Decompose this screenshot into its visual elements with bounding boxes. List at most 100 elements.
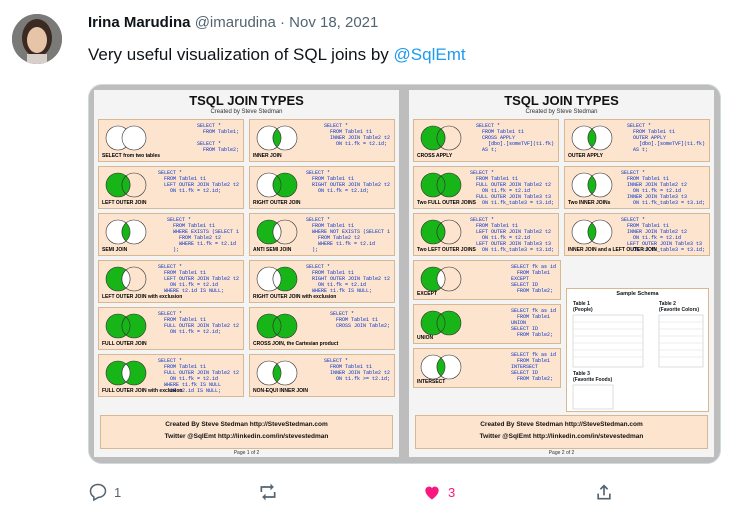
page1-code: SELECT * FROM Table1; SELECT * FROM Tabl… [196, 123, 239, 153]
venn-diagram-icon [571, 172, 613, 198]
page2-caption: INNER JOIN and a LEFT OUTER JOIN [568, 247, 657, 253]
venn-diagram-icon [105, 125, 147, 151]
mention-link[interactable]: @SqlEmt [394, 45, 466, 64]
page1-panel: SELECT * FROM Table1 t1 INNER JOIN Table… [249, 354, 395, 397]
retweet-icon [260, 483, 276, 501]
tweet-text: Very useful visualization of SQL joins b… [88, 45, 466, 65]
author-name[interactable]: Irina Marudina [88, 14, 191, 31]
page1-panel: SELECT * FROM Table1 t1 RIGHT OUTER JOIN… [249, 260, 395, 303]
page1-caption: RIGHT OUTER JOIN [253, 200, 301, 206]
page1-code: SELECT * FROM Table1 t1 RIGHT OUTER JOIN… [305, 264, 390, 294]
venn-diagram-icon [256, 266, 298, 292]
page1-code: SELECT * FROM Table1 t1 INNER JOIN Table… [323, 123, 390, 147]
reply-button[interactable]: 1 [88, 482, 121, 502]
tweet-header: Irina Marudina @imarudina · Nov 18, 2021 [88, 14, 378, 31]
page2-number: Page 2 of 2 [548, 450, 575, 456]
page1-code: SELECT * FROM Table1 t1 LEFT OUTER JOIN … [157, 170, 239, 194]
page2-panel: SELECT * FROM Table1 t1 CROSS APPLY [dbo… [413, 119, 559, 162]
page1-panel: SELECT * FROM Table1 t1 CROSS JOIN Table… [249, 307, 395, 350]
venn-diagram-icon [420, 310, 462, 336]
page2-caption: UNION [417, 335, 434, 341]
page1-caption: NON-EQUI INNER JOIN [253, 388, 309, 394]
like-button[interactable]: 3 [422, 482, 455, 502]
page1-code: SELECT * FROM Table1 t1 RIGHT OUTER JOIN… [305, 170, 390, 194]
page1-footer-line1: Created By Steve Stedman http://SteveSte… [165, 421, 328, 428]
page1-footer: Created By Steve Stedman http://SteveSte… [100, 415, 393, 449]
page2-code: SELECT fk as id FROM Table1 INTERSECT SE… [510, 352, 556, 382]
page2-caption: Two INNER JOINs [568, 200, 611, 206]
venn-diagram-icon [256, 125, 298, 151]
share-button[interactable] [594, 482, 614, 502]
page1-code: SELECT * FROM Table1 t1 INNER JOIN Table… [323, 358, 390, 382]
page1-code: SELECT * FROM Table1 t1 WHERE EXISTS (SE… [166, 217, 239, 253]
page1-panel: SELECT * FROM Table1 t1 WHERE EXISTS (SE… [98, 213, 244, 256]
image-page-1: TSQL JOIN TYPES Created by Steve Stedman… [94, 90, 399, 457]
page1-panel: SELECT * FROM Table1 t1 LEFT OUTER JOIN … [98, 166, 244, 209]
venn-diagram-icon [420, 125, 462, 151]
page1-panel: SELECT * FROM Table1 t1 FULL OUTER JOIN … [98, 307, 244, 350]
venn-diagram-icon [105, 313, 147, 339]
page2-caption: CROSS APPLY [417, 153, 453, 159]
page1-subtitle: Created by Steve Stedman [210, 109, 283, 115]
page1-footer-line2: Twitter @SqlEmt http://linkedin.com/in/s… [164, 433, 329, 440]
page1-caption: SELECT from two tables [102, 153, 161, 159]
page1-panel: SELECT * FROM Table1 t1 RIGHT OUTER JOIN… [249, 166, 395, 209]
page1-caption: INNER JOIN [253, 153, 282, 159]
page1-caption: FULL OUTER JOIN with exclusion [102, 388, 183, 394]
page1-panel: SELECT * FROM Table1 t1 FULL OUTER JOIN … [98, 354, 244, 397]
reply-icon [89, 483, 107, 502]
venn-diagram-icon [571, 219, 613, 245]
sample-schema: Sample Schema Table 1 (People) Table 2 (… [566, 288, 709, 412]
page2-caption: INTERSECT [417, 379, 446, 385]
page2-panel: SELECT fk as id FROM Table1 INTERSECT SE… [413, 348, 561, 388]
page2-panel: SELECT * FROM Table1 t1 OUTER APPLY [dbo… [564, 119, 710, 162]
tweet-date[interactable]: Nov 18, 2021 [289, 14, 378, 31]
page2-caption: EXCEPT [417, 291, 438, 297]
page2-panel: SELECT * FROM Table1 t1 INNER JOIN Table… [564, 166, 710, 209]
page1-caption: CROSS JOIN, the Cartesian product [253, 341, 339, 347]
page1-panel: SELECT * FROM Table1; SELECT * FROM Tabl… [98, 119, 244, 162]
page2-panel: SELECT fk as id FROM Table1 EXCEPT SELEC… [413, 260, 561, 300]
venn-diagram-icon [420, 354, 462, 380]
share-icon [597, 484, 611, 500]
page2-panel: SELECT * FROM Table1 t1 FULL OUTER JOIN … [413, 166, 559, 209]
venn-diagram-icon [105, 219, 147, 245]
page2-panel: SELECT fk as id FROM Table1 UNION SELECT… [413, 304, 561, 344]
page1-caption: LEFT OUTER JOIN [102, 200, 147, 206]
page2-caption: OUTER APPLY [568, 153, 603, 159]
page2-footer-line2: Twitter @SqlEmt http://linkedin.com/in/s… [479, 433, 644, 440]
separator-dot: · [279, 14, 285, 31]
reply-count: 1 [114, 484, 122, 500]
author-avatar[interactable] [12, 14, 62, 64]
page2-code: SELECT * FROM Table1 t1 LEFT OUTER JOIN … [469, 217, 554, 253]
page1-code: SELECT * FROM Table1 t1 WHERE NOT EXISTS… [305, 217, 390, 253]
page2-code: SELECT * FROM Table1 t1 INNER JOIN Table… [620, 170, 705, 206]
venn-diagram-icon [105, 360, 147, 386]
author-handle[interactable]: @imarudina [195, 14, 276, 31]
venn-diagram-icon [420, 219, 462, 245]
page1-panel: SELECT * FROM Table1 t1 WHERE NOT EXISTS… [249, 213, 395, 256]
page1-caption: SEMI JOIN [102, 247, 128, 253]
page1-caption: FULL OUTER JOIN [102, 341, 147, 347]
page2-footer-line1: Created By Steve Stedman http://SteveSte… [480, 421, 643, 428]
tweet-text-body: Very useful visualization of SQL joins b… [88, 45, 394, 64]
venn-diagram-icon [256, 219, 298, 245]
page1-caption: LEFT OUTER JOIN with exclusion [102, 294, 183, 300]
avatar-photo [12, 14, 62, 64]
retweet-button[interactable] [258, 482, 284, 502]
page1-code: SELECT * FROM Table1 t1 LEFT OUTER JOIN … [157, 264, 239, 294]
venn-diagram-icon [571, 125, 613, 151]
page1-panel: SELECT * FROM Table1 t1 LEFT OUTER JOIN … [98, 260, 244, 303]
page2-title: TSQL JOIN TYPES [504, 93, 619, 108]
heart-icon [425, 486, 439, 500]
page1-number: Page 1 of 2 [233, 450, 260, 456]
page2-code: SELECT * FROM Table1 t1 FULL OUTER JOIN … [469, 170, 554, 206]
page1-title: TSQL JOIN TYPES [189, 93, 304, 108]
page2-code: SELECT fk as id FROM Table1 UNION SELECT… [510, 308, 556, 338]
page1-panel: SELECT * FROM Table1 t1 INNER JOIN Table… [249, 119, 395, 162]
page2-panel: SELECT * FROM Table1 t1 LEFT OUTER JOIN … [413, 213, 559, 256]
image-page-2: TSQL JOIN TYPES Created by Steve Stedman… [409, 90, 714, 457]
tweet-actions: 1 3 [88, 482, 628, 506]
page2-code: SELECT * FROM Table1 t1 CROSS APPLY [dbo… [475, 123, 554, 153]
tweet-image[interactable]: TSQL JOIN TYPES Created by Steve Stedman… [88, 84, 721, 464]
